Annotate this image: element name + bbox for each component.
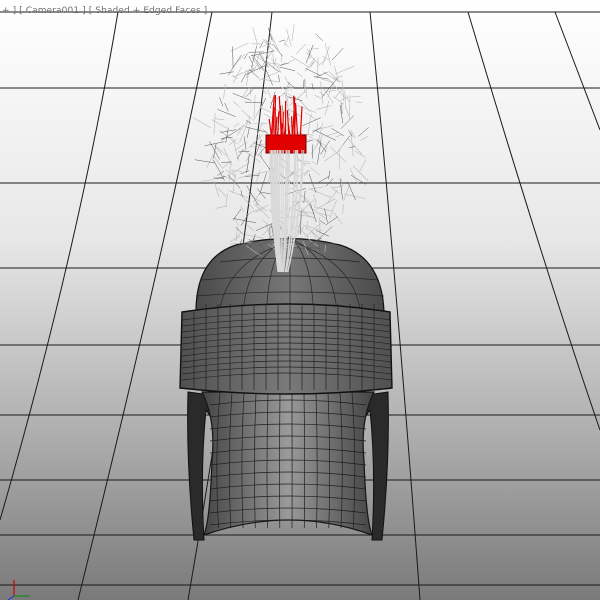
viewport-camera[interactable]: [ Camera001 ]	[16, 6, 86, 16]
viewport-label: + ] [ Camera001 ] [ Shaded + Edged Faces…	[2, 6, 207, 16]
helmet-mesh[interactable]	[179, 23, 393, 541]
helmet-brim-band[interactable]	[179, 303, 393, 395]
cheek-guard[interactable]	[187, 391, 389, 541]
viewport-shading[interactable]: [ Shaded + Edged Faces ]	[86, 6, 208, 16]
axis-tripod-icon	[7, 580, 30, 600]
viewport-menu[interactable]: + ]	[2, 6, 16, 16]
viewport-camera001[interactable]: + ] [ Camera001 ] [ Shaded + Edged Faces…	[0, 0, 600, 600]
scene-canvas[interactable]	[0, 0, 600, 600]
helmet-crest[interactable]	[192, 23, 369, 273]
